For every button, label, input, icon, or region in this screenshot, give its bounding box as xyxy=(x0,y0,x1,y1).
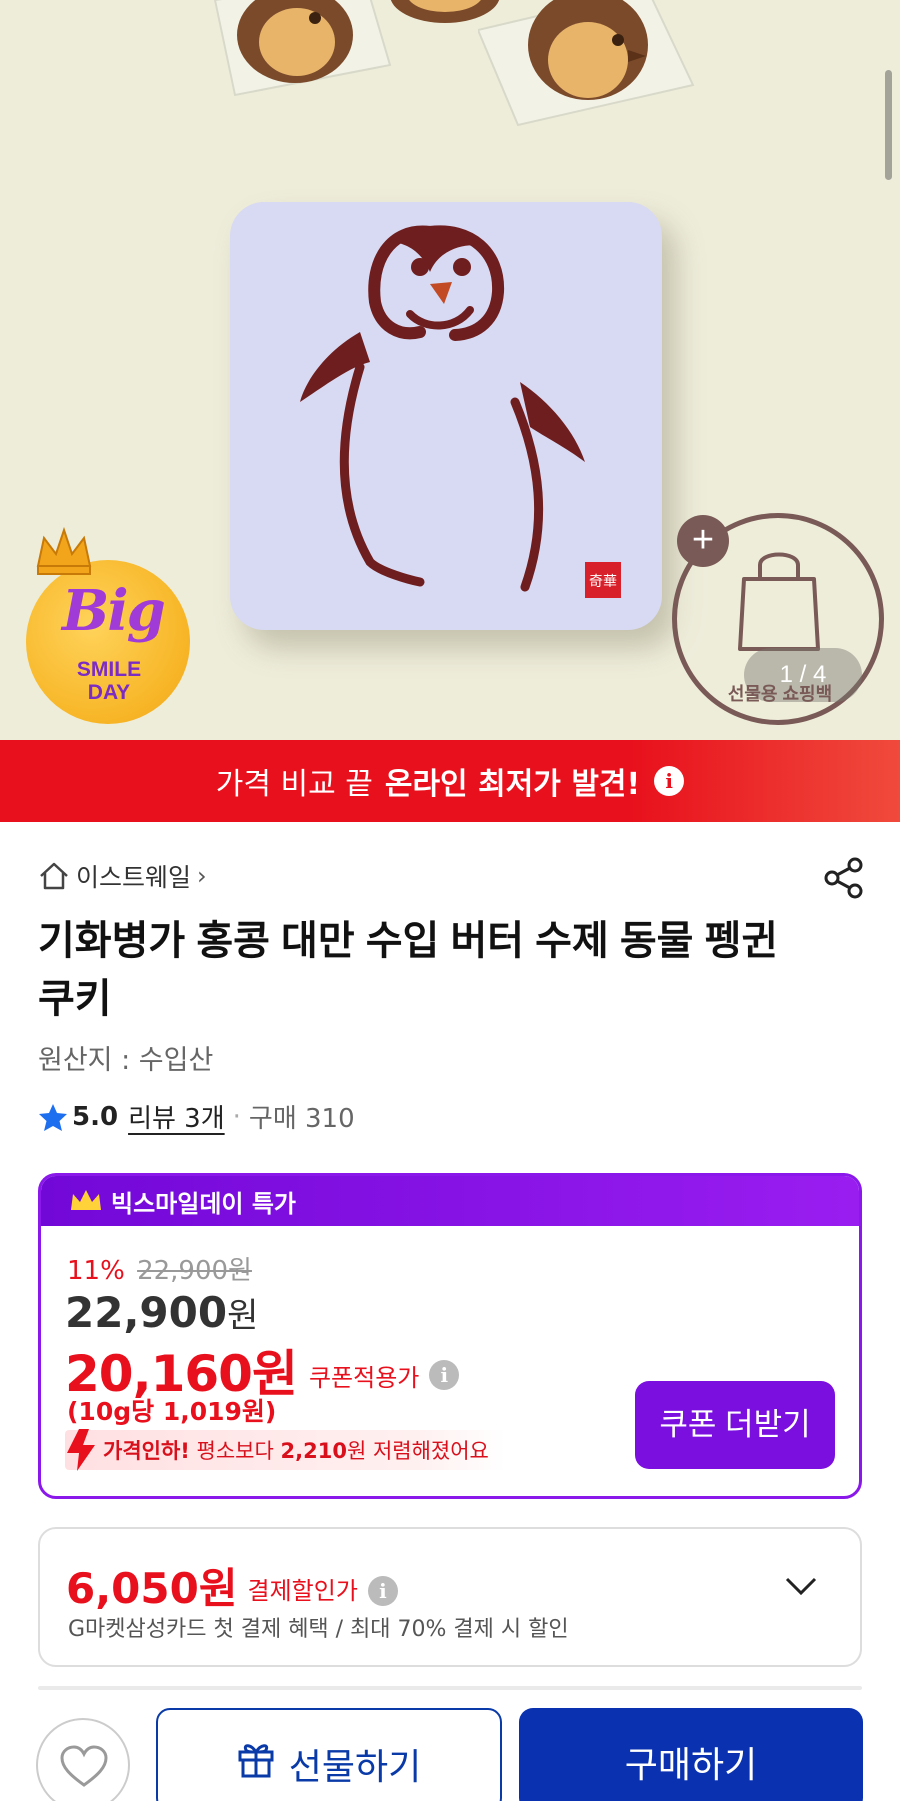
coupon-price-label: 쿠폰적용가 xyxy=(308,1363,420,1392)
sale-price-number: 22,900 xyxy=(65,1288,228,1337)
payment-benefit-text: G마켓삼성카드 첫 결제 혜택 / 최대 70% 결제 시 할인 xyxy=(68,1617,569,1642)
payment-discount-price: 6,050원 xyxy=(66,1564,238,1613)
price-drop-end: 원 저렴해졌어요 xyxy=(346,1439,489,1463)
crown-icon xyxy=(36,526,92,575)
like-button[interactable] xyxy=(36,1718,130,1801)
down-arrow-icon xyxy=(67,1429,95,1471)
deal-header-label: 빅스마일데이 특가 xyxy=(111,1189,296,1218)
rating-score: 5.0 xyxy=(72,1101,119,1132)
banner-light-text: 가격 비교 끝 xyxy=(215,767,373,802)
big-smile-deal-box: 빅스마일데이 특가 11% 22,900원 22,900원 20,160원 쿠폰… xyxy=(38,1173,862,1499)
store-link[interactable]: 이스트웨일 › xyxy=(38,858,207,894)
image-scrollbar[interactable] xyxy=(885,70,892,180)
cookie-image-right xyxy=(478,0,695,127)
badge-line-day: DAY xyxy=(87,681,131,704)
product-origin: 원산지 : 수입산 xyxy=(38,1045,214,1076)
heart-icon xyxy=(60,1745,108,1787)
gift-button[interactable]: 선물하기 xyxy=(156,1708,502,1801)
gift-bag-label: 선물용 쇼핑백 xyxy=(727,684,833,704)
info-icon[interactable]: i xyxy=(654,766,685,796)
get-more-coupons-button[interactable]: 쿠폰 더받기 xyxy=(635,1381,835,1469)
payment-discount-row: 6,050원 결제할인가 i xyxy=(66,1555,398,1616)
penguin-drawing: 奇華 xyxy=(300,225,621,598)
gift-button-label: 선물하기 xyxy=(288,1746,422,1787)
reviews-link[interactable]: 리뷰 3개 xyxy=(128,1098,225,1135)
svg-text:奇華: 奇華 xyxy=(589,573,617,590)
shopping-bag-icon xyxy=(738,552,820,651)
home-icon xyxy=(40,862,68,890)
discount-percent: 11% xyxy=(67,1256,125,1286)
separator-dot: · xyxy=(232,1101,241,1132)
share-icon[interactable] xyxy=(822,856,866,900)
bottom-action-bar: 선물하기 구매하기 xyxy=(0,1690,900,1801)
star-icon xyxy=(39,1103,67,1131)
lowest-price-banner[interactable]: 가격 비교 끝 온라인 최저가 발견! i xyxy=(0,740,900,822)
price-drop-banner: 가격인하! 평소보다 2,210원 저렴해졌어요 xyxy=(65,1429,505,1471)
product-title: 기화병가 홍콩 대만 수입 버터 수제 동물 펭귄 쿠키 xyxy=(38,919,779,1021)
cookie-image-left xyxy=(213,0,392,97)
price-drop-amount: 2,210 xyxy=(280,1439,347,1463)
crown-icon xyxy=(71,1190,101,1210)
buy-button[interactable]: 구매하기 xyxy=(519,1708,863,1801)
sale-price: 22,900원 xyxy=(65,1288,258,1337)
store-name: 이스트웨일 xyxy=(76,863,192,892)
price-drop-bold: 가격인하! xyxy=(103,1439,190,1463)
discount-row: 11% 22,900원 xyxy=(67,1250,252,1287)
big-smile-day-badge: Big SMILE DAY xyxy=(26,526,190,724)
badge-line-smile: SMILE xyxy=(76,658,142,681)
chevron-right-icon: › xyxy=(197,862,207,890)
unit-price: (10g당 1,019원) xyxy=(67,1397,277,1426)
info-icon[interactable]: i xyxy=(367,1575,398,1606)
info-icon[interactable]: i xyxy=(429,1360,460,1390)
payment-discount-box[interactable]: 6,050원 결제할인가 i G마켓삼성카드 첫 결제 혜택 / 최대 70% … xyxy=(38,1527,862,1667)
sale-price-unit: 원 xyxy=(227,1296,259,1336)
purchase-count: 구매 310 xyxy=(248,1104,355,1134)
price-drop-text: 가격인하! 평소보다 2,210원 저렴해졌어요 xyxy=(103,1435,489,1465)
badge-big-text: Big xyxy=(62,578,166,644)
original-price: 22,900원 xyxy=(137,1256,252,1286)
rating-row: 5.0 리뷰 3개 · 구매 310 xyxy=(38,1098,355,1135)
penguin-tin-image: 奇華 xyxy=(230,202,662,630)
product-image[interactable]: 奇華 Big SMILE DAY + 1 / 4 선물용 쇼핑백 xyxy=(0,0,900,740)
deal-header: 빅스마일데이 특가 xyxy=(41,1176,859,1226)
badge-smile-day-text: SMILE DAY xyxy=(54,658,164,704)
chevron-down-icon[interactable] xyxy=(784,1575,818,1597)
price-drop-mid: 평소보다 xyxy=(196,1439,274,1463)
banner-strong-text: 온라인 최저가 발견! xyxy=(384,767,641,802)
payment-discount-label: 결제할인가 xyxy=(247,1577,358,1605)
gift-icon xyxy=(238,1744,274,1778)
add-gift-bag-button[interactable]: + xyxy=(677,515,729,567)
